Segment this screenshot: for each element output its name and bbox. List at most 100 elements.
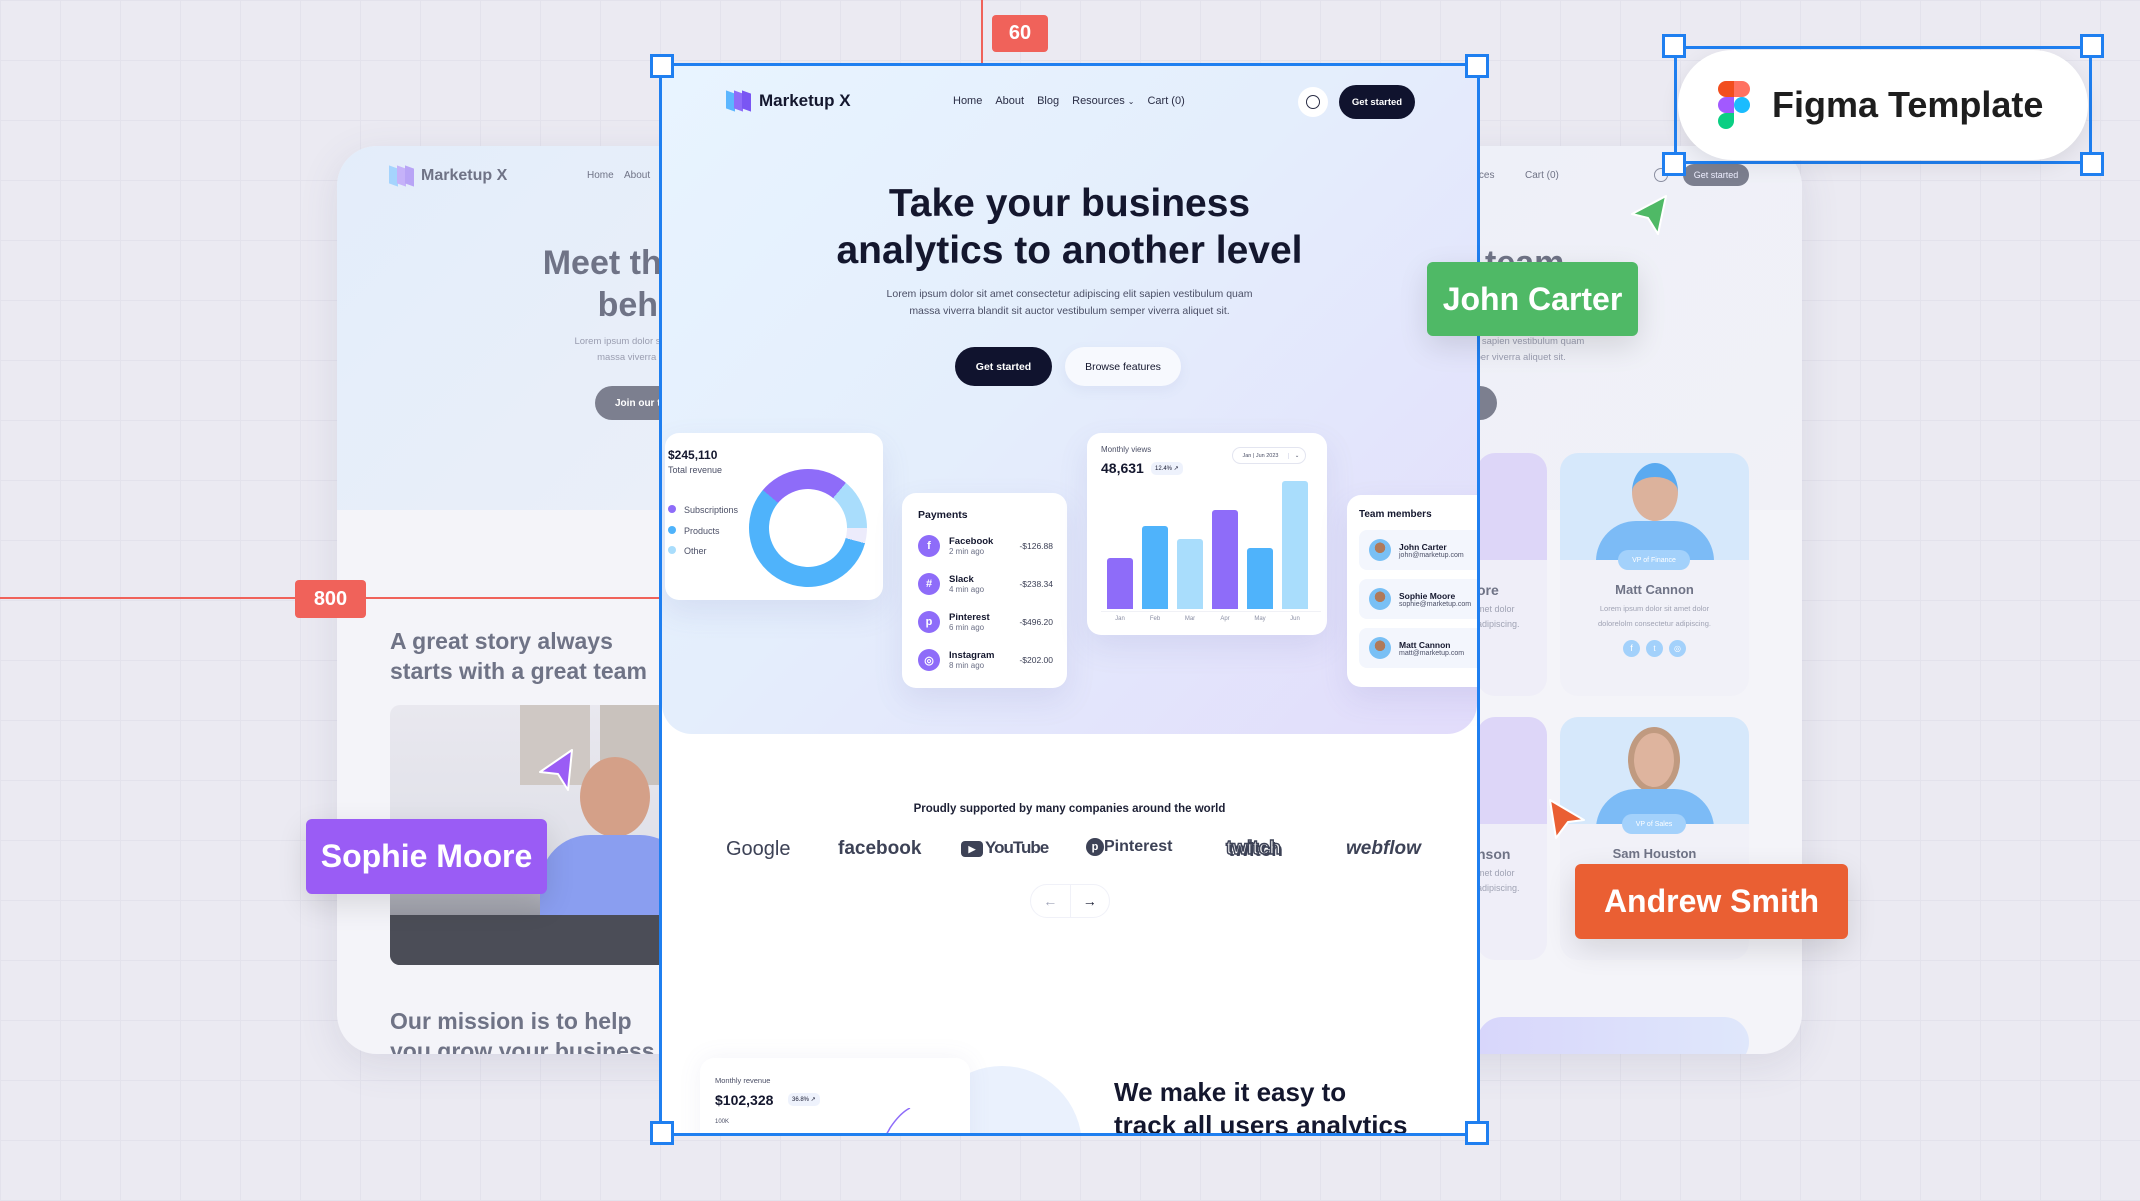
cursor-label-john-carter: John Carter [1427, 262, 1638, 336]
nav-cart[interactable]: Cart (0) [1147, 95, 1184, 107]
resize-handle[interactable] [2080, 152, 2104, 176]
team-members-card: Team members John Carter john@marketup.co… [1347, 495, 1477, 687]
nav-about[interactable]: About [995, 95, 1024, 107]
selected-frame[interactable]: Marketup X Home About Blog Resources ⌄ C… [659, 63, 1480, 1136]
revenue-legend: Subscriptions Products Other [668, 500, 738, 562]
nav-home[interactable]: Home [953, 95, 982, 107]
views-value: 48,631 [1101, 460, 1144, 476]
bar-label: Jan [1115, 616, 1125, 622]
views-x-axis: Jan Feb Mar Apr May Jun [1107, 616, 1307, 626]
back-hero-title-left: Meet the a behind [542, 244, 709, 324]
facebook-logo: facebook [838, 838, 922, 859]
bar-jan [1107, 558, 1133, 609]
resize-handle[interactable] [1662, 34, 1686, 58]
back-hero-text-left: Lorem ipsum dolor sit amet conse massa vi… [574, 336, 717, 363]
resize-handle[interactable] [1662, 152, 1686, 176]
logo-icon [726, 90, 752, 112]
feature-heading: We make it easy to track all users analyt… [1114, 1077, 1408, 1133]
profile-button[interactable] [1298, 87, 1328, 117]
back-nav-home[interactable]: Home [587, 170, 614, 181]
back-logo: Marketup X [389, 165, 507, 187]
cursor-arrow-icon [539, 749, 573, 791]
resize-handle-bottom-right[interactable] [1465, 1121, 1489, 1145]
back-story-title: A great story always starts with a great … [390, 628, 647, 684]
nav-blog[interactable]: Blog [1037, 95, 1059, 107]
revenue-amount: $245,110 [668, 448, 718, 462]
bar-label: Feb [1149, 616, 1161, 622]
team-member-row[interactable]: Sophie Moore sophie@marketup.com [1359, 579, 1477, 619]
bar-feb [1142, 526, 1168, 609]
resize-handle-bottom-left[interactable] [650, 1121, 674, 1145]
instagram-icon[interactable]: ◎ [1669, 640, 1686, 657]
nav-resources[interactable]: Resources ⌄ [1072, 95, 1134, 107]
hero-subtitle: Lorem ipsum dolor sit amet consectetur a… [886, 288, 1253, 317]
payment-item[interactable]: f Facebook 2 min ago -$126.88 [918, 527, 1053, 565]
team-card-matt-cannon: VP of Finance Matt Cannon Lorem ipsum do… [1560, 453, 1749, 696]
back-get-started-button[interactable]: Get started [1683, 164, 1749, 186]
back-mission-title: Our mission is to help you grow your busi… [390, 1008, 655, 1054]
pinterest-logo: p Pinterest [1086, 838, 1172, 856]
cursor-arrow-icon [1631, 195, 1667, 235]
arrow-left-icon[interactable]: ← [1031, 885, 1071, 917]
legend-other: Other [668, 541, 738, 562]
nav-get-started-button[interactable]: Get started [1339, 85, 1415, 119]
resize-handle[interactable] [2080, 34, 2104, 58]
team-card-photo [1560, 453, 1749, 560]
hero-get-started-button[interactable]: Get started [955, 347, 1052, 386]
figma-logo-icon [1718, 81, 1750, 129]
pinterest-icon: p [918, 611, 940, 633]
bar-mar [1177, 539, 1203, 609]
role-badge: VP of Sales [1622, 814, 1686, 834]
slack-icon: # [918, 573, 940, 595]
back-footer-banner [1477, 1017, 1749, 1054]
payment-item[interactable]: p Pinterest 6 min ago -$496.20 [918, 603, 1053, 641]
ruler-badge-left: 800 [295, 580, 366, 618]
team-title: Team members [1359, 509, 1432, 520]
back-nav-cart[interactable]: Cart (0) [1525, 170, 1559, 181]
bar-apr [1212, 510, 1238, 609]
figma-template-badge: Figma Template [1678, 50, 2088, 160]
logo[interactable]: Marketup X [726, 90, 851, 112]
facebook-icon[interactable]: f [1623, 640, 1640, 657]
role-badge: VP of Finance [1618, 550, 1690, 570]
legend-products: Products [668, 521, 738, 542]
team-member-row[interactable]: John Carter john@marketup.com [1359, 530, 1477, 570]
payment-item[interactable]: ◎ Instagram 8 min ago -$202.00 [918, 641, 1053, 679]
revenue-change-badge: 36.8% ↗ [788, 1093, 820, 1106]
logo-icon [389, 165, 415, 187]
revenue-donut-chart [735, 455, 881, 601]
play-icon: ▶ [961, 840, 983, 857]
logo-carousel-controls: ← → [1030, 884, 1110, 918]
payments-card: Payments f Facebook 2 min ago -$126.88 # Sla… [902, 493, 1067, 688]
resize-handle-top-right[interactable] [1465, 54, 1489, 78]
twitter-icon[interactable]: t [1646, 640, 1663, 657]
webflow-logo: webflow [1346, 838, 1421, 859]
instagram-icon: ◎ [918, 649, 940, 671]
payment-item[interactable]: # Slack 4 min ago -$238.34 [918, 565, 1053, 603]
avatar [1369, 637, 1391, 659]
bar-label: Mar [1184, 616, 1196, 622]
resize-handle-top-left[interactable] [650, 54, 674, 78]
twitch-logo: twitch [1225, 837, 1281, 860]
date-range-select[interactable]: Jan | Jun 2023 ⌄ [1232, 447, 1306, 464]
cursor-label-sophie-moore: Sophie Moore [306, 819, 547, 894]
arrow-right-icon[interactable]: → [1071, 885, 1110, 917]
supported-heading: Proudly supported by many companies arou… [913, 803, 1226, 815]
ruler-line-vertical [981, 0, 983, 66]
avatar [1369, 588, 1391, 610]
avatar [1369, 539, 1391, 561]
bar-jun [1282, 481, 1308, 609]
back-nav-about[interactable]: About [624, 170, 650, 181]
company-logos: Google facebook ▶ YouTube p Pinterest twit… [726, 837, 1421, 862]
monthly-revenue-value: $102,328 [715, 1092, 774, 1108]
revenue-label: Total revenue [668, 465, 723, 475]
cursor-arrow-icon [1549, 799, 1585, 839]
chevron-down-icon: ⌄ [1127, 97, 1135, 106]
views-title: Monthly views [1101, 445, 1152, 454]
browse-features-button[interactable]: Browse features [1065, 347, 1181, 386]
views-change-badge: 12.4% ↗ [1151, 462, 1183, 475]
payments-title: Payments [918, 509, 968, 521]
total-revenue-card: $245,110 Total revenue Subscriptions Pro… [665, 433, 883, 601]
team-member-row[interactable]: Matt Cannon matt@marketup.com [1359, 628, 1477, 668]
partial-team-card: nson met dolor adipiscing. [1477, 717, 1547, 960]
